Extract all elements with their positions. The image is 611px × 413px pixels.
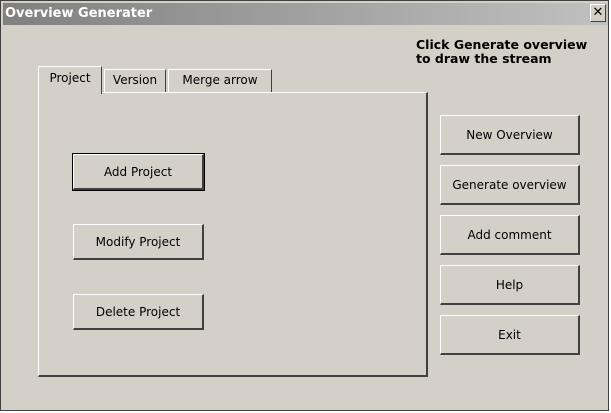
exit-button[interactable]: Exit <box>440 315 580 355</box>
tab-version-label: Version <box>112 73 158 87</box>
tab-project[interactable]: Project <box>38 66 102 94</box>
overview-generater-window: Overview Generater ✕ Click Generate over… <box>0 0 609 411</box>
new-overview-button[interactable]: New Overview <box>440 115 580 155</box>
window-title: Overview Generater <box>5 6 153 21</box>
add-project-button[interactable]: Add Project <box>72 153 205 191</box>
help-button[interactable]: Help <box>440 265 580 305</box>
tab-project-label: Project <box>49 71 91 85</box>
title-bar[interactable]: Overview Generater ✕ <box>3 3 608 25</box>
close-button[interactable]: ✕ <box>590 4 606 22</box>
tab-version[interactable]: Version <box>104 69 166 92</box>
project-tab-panel: Add Project Modify Project Delete Projec… <box>38 92 428 377</box>
close-icon: ✕ <box>592 5 604 20</box>
instruction-line-2: to draw the stream <box>416 51 552 66</box>
instruction-line-1: Click Generate overview <box>416 37 588 52</box>
instruction-text: Click Generate overview to draw the stre… <box>416 38 611 66</box>
add-comment-button[interactable]: Add comment <box>440 215 580 255</box>
delete-project-button[interactable]: Delete Project <box>73 294 204 330</box>
modify-project-button[interactable]: Modify Project <box>73 224 204 260</box>
tab-merge-arrow-label: Merge arrow <box>182 73 258 87</box>
generate-overview-button[interactable]: Generate overview <box>440 165 580 205</box>
tab-merge-arrow[interactable]: Merge arrow <box>168 69 272 92</box>
